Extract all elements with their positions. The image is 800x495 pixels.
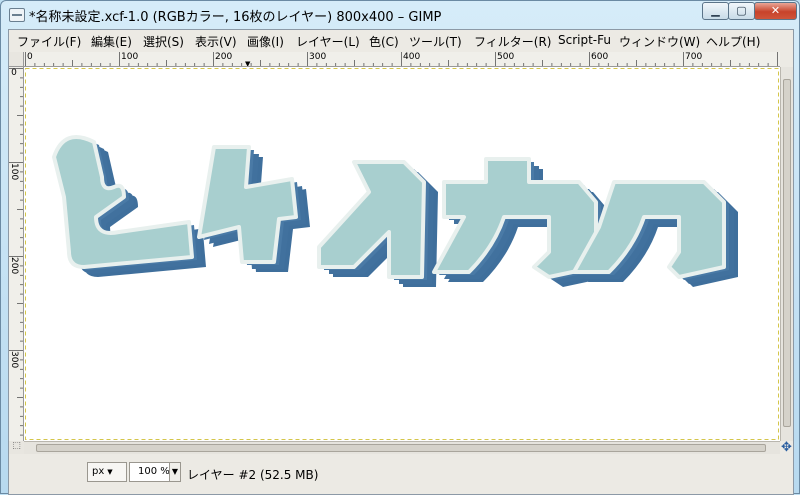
menu-colors[interactable]: 色(C) (369, 33, 399, 50)
artwork (24, 67, 780, 441)
maximize-icon: ▢ (736, 4, 747, 17)
hruler-label: 400 (403, 52, 421, 62)
menu-view[interactable]: 表示(V) (195, 33, 237, 50)
menu-select[interactable]: 選択(S) (143, 33, 184, 50)
menu-script-fu[interactable]: Script-Fu (558, 33, 611, 47)
vruler-label: 0 (11, 68, 17, 78)
minimize-button[interactable]: ▁ (702, 2, 729, 20)
zoom-value: 100 % (138, 466, 170, 477)
hruler-label: 700 (685, 52, 703, 62)
vertical-scroll-thumb[interactable] (783, 79, 791, 427)
menu-filters[interactable]: フィルター(R) (474, 33, 551, 50)
menu-file[interactable]: ファイル(F) (17, 33, 81, 50)
vruler-label: 100 (9, 163, 19, 181)
ruler-corner[interactable] (9, 52, 24, 67)
title-bar[interactable]: *名称未設定.xcf-1.0 (RGBカラー, 16枚のレイヤー) 800x40… (1, 1, 799, 29)
menu-help[interactable]: ヘルプ(H) (706, 33, 760, 50)
hruler-label: 0 (27, 52, 33, 62)
status-message: レイヤー #2 (52.5 MB) (187, 468, 319, 482)
window-title: *名称未設定.xcf-1.0 (RGBカラー, 16枚のレイヤー) 800x40… (29, 10, 442, 25)
menu-edit[interactable]: 編集(E) (91, 33, 132, 50)
chevron-down-icon: ▼ (171, 467, 179, 476)
menu-windows[interactable]: ウィンドウ(W) (619, 33, 700, 50)
close-icon: ✕ (770, 4, 781, 17)
vertical-scrollbar[interactable] (780, 67, 793, 441)
horizontal-scrollbar[interactable] (24, 441, 780, 454)
horizontal-ruler[interactable]: 0 100 200 300 400 500 600 700 ▼ (24, 52, 780, 67)
pointer-position-marker: ▼ (245, 60, 251, 67)
vertical-ruler-ticks (9, 68, 23, 436)
hruler-label: 600 (591, 52, 609, 62)
menu-tools[interactable]: ツール(T) (409, 33, 462, 50)
minimize-icon: ▁ (711, 4, 720, 17)
gimp-window: *名称未設定.xcf-1.0 (RGBカラー, 16枚のレイヤー) 800x40… (0, 0, 800, 495)
unit-selector[interactable]: px ▼ (87, 462, 127, 482)
unit-value: px (92, 466, 105, 477)
image-canvas[interactable] (24, 67, 780, 441)
system-menu-icon[interactable] (9, 8, 25, 22)
horizontal-scroll-thumb[interactable] (36, 444, 766, 452)
menu-layer[interactable]: レイヤー(L) (296, 33, 360, 50)
chevron-down-icon: ▼ (107, 468, 113, 476)
quickmask-icon[interactable]: ⬚ (9, 441, 24, 454)
vruler-label: 200 (9, 257, 19, 275)
vruler-label: 300 (9, 351, 19, 369)
status-bar: px ▼ 100 % ▼ レイヤー #2 (52.5 MB) (9, 454, 793, 494)
image-window-body: ファイル(F) 編集(E) 選択(S) 表示(V) 画像(I) レイヤー(L) … (8, 29, 794, 495)
close-button[interactable]: ✕ (754, 2, 797, 20)
hruler-label: 300 (309, 52, 327, 62)
zoom-dropdown-button[interactable]: ▼ (169, 462, 181, 482)
navigate-icon[interactable]: ✥ (780, 441, 793, 454)
hruler-label: 200 (215, 52, 233, 62)
vertical-ruler[interactable]: 0 100 200 300 (9, 67, 24, 441)
maximize-button[interactable]: ▢ (728, 2, 755, 20)
menu-bar: ファイル(F) 編集(E) 選択(S) 表示(V) 画像(I) レイヤー(L) … (9, 30, 793, 51)
hruler-label: 100 (121, 52, 139, 62)
menu-image[interactable]: 画像(I) (247, 33, 284, 50)
hruler-label: 500 (497, 52, 515, 62)
